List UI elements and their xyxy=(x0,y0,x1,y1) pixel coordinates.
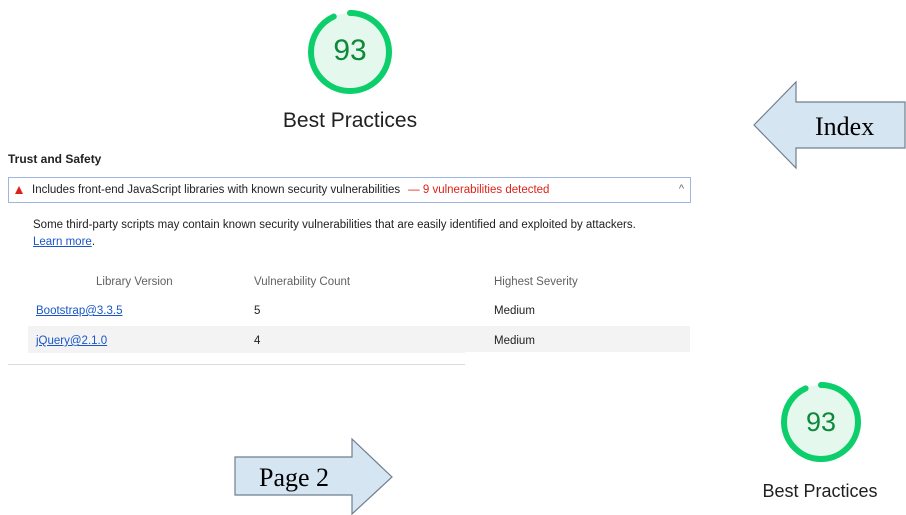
table-row xyxy=(28,298,690,325)
audit-description: Some third-party scripts may contain kno… xyxy=(33,217,693,251)
count-cell: 5 xyxy=(254,305,261,317)
audit-header[interactable]: Includes front-end JavaScript libraries … xyxy=(8,177,691,203)
chevron-up-icon[interactable]: ^ xyxy=(679,183,684,195)
table-row xyxy=(28,326,690,353)
column-header-count: Vulnerability Count xyxy=(254,276,351,288)
index-link[interactable]: Index xyxy=(815,112,874,142)
library-cell: Bootstrap@3.3.5 xyxy=(36,303,122,319)
library-cell: jQuery@2.1.0 xyxy=(36,333,107,349)
audit-description-text: Some third-party scripts may contain kno… xyxy=(33,219,636,231)
report-page: 93 Best Practices Trust and Safety Inclu… xyxy=(0,0,906,515)
section-divider xyxy=(8,364,465,365)
learn-more-link[interactable]: Learn more xyxy=(33,236,92,248)
count-cell: 4 xyxy=(254,335,261,347)
learn-more-suffix: . xyxy=(91,236,96,248)
library-link[interactable]: jQuery@2.1.0 xyxy=(36,335,107,347)
severity-cell: Medium xyxy=(494,305,535,317)
warning-triangle-icon xyxy=(15,186,23,194)
severity-cell: Medium xyxy=(494,335,535,347)
library-link[interactable]: Bootstrap@3.3.5 xyxy=(36,305,122,317)
column-header-library: Library Version xyxy=(96,276,173,288)
page2-link[interactable]: Page 2 xyxy=(259,463,329,493)
score-value: 93 xyxy=(805,407,837,437)
gauge-title: Best Practices xyxy=(282,109,418,132)
audit-title: Includes front-end JavaScript libraries … xyxy=(32,184,401,196)
best-practices-gauge[interactable]: 93 xyxy=(305,7,395,97)
column-header-severity: Highest Severity xyxy=(494,276,578,288)
table-overlay xyxy=(465,352,691,364)
group-title: Trust and Safety xyxy=(8,152,102,166)
audit-display-value: — 9 vulnerabilities detected xyxy=(408,184,550,196)
best-practices-gauge[interactable]: 93 xyxy=(778,379,864,465)
gauge-title: Best Practices xyxy=(762,481,878,501)
score-value: 93 xyxy=(333,34,367,67)
